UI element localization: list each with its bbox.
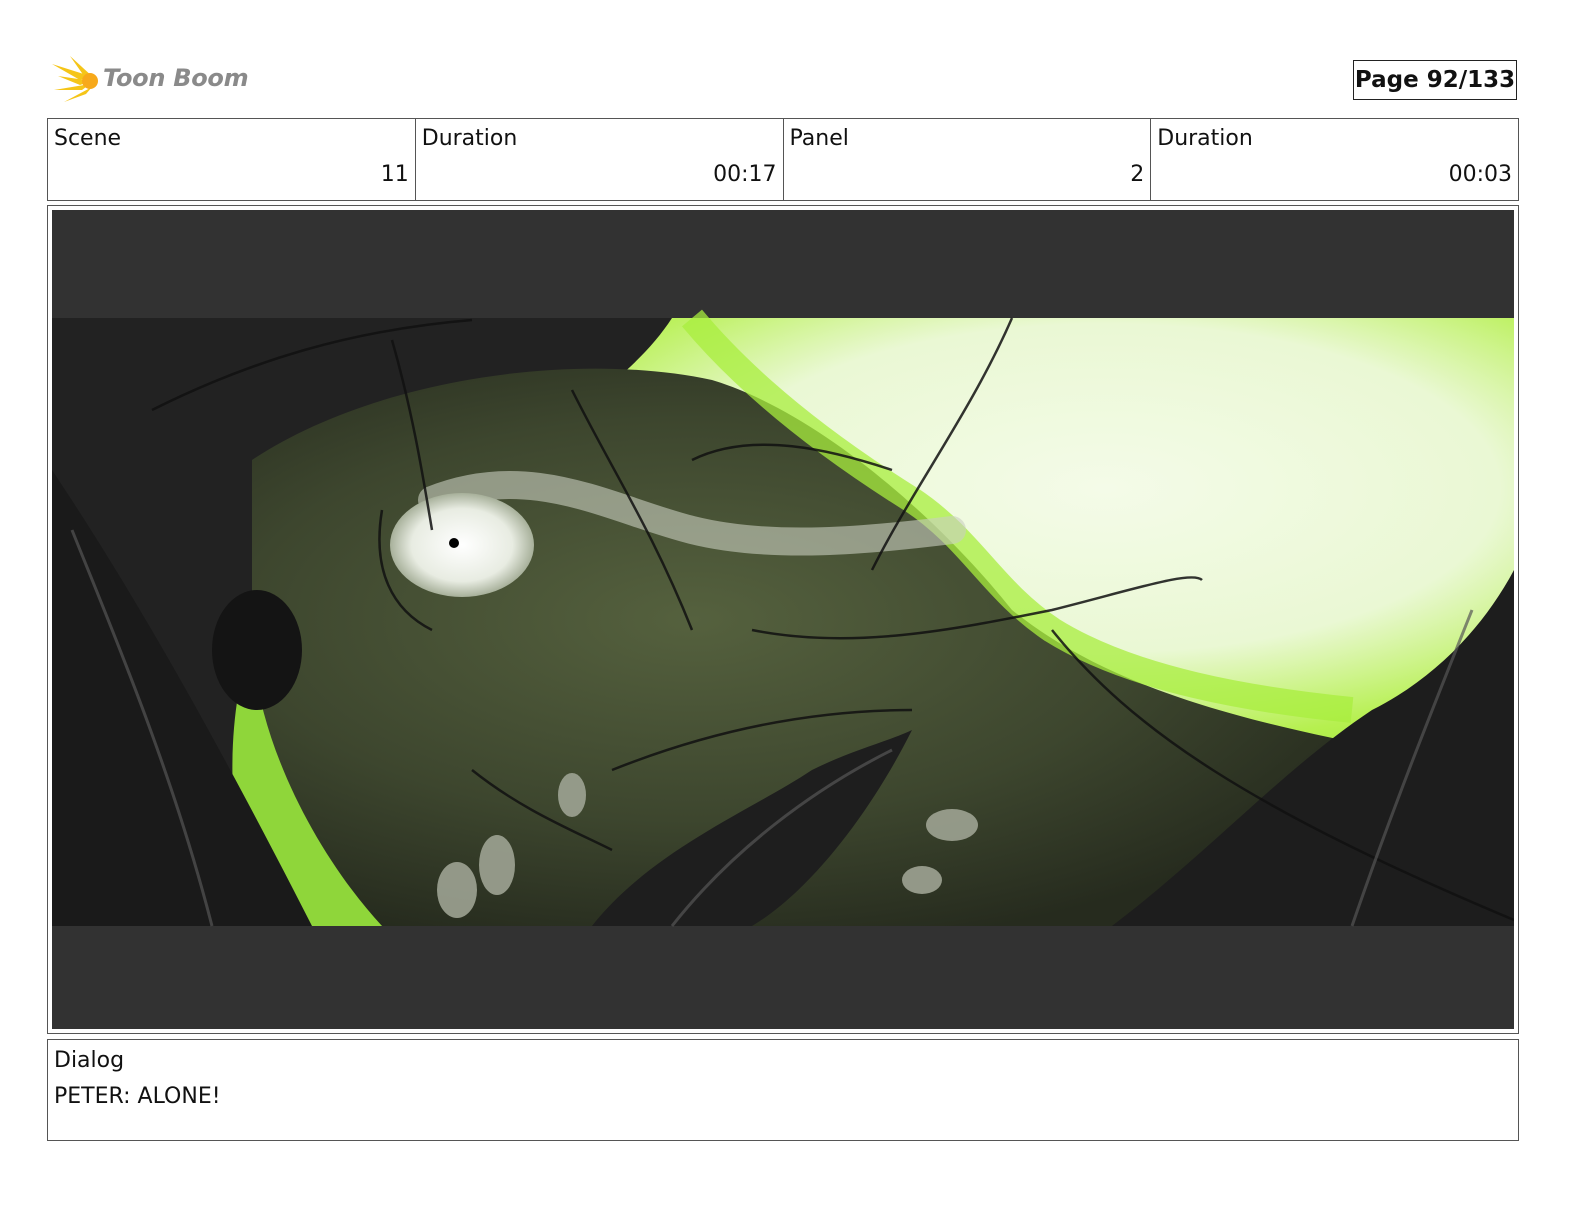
- scene-duration-cell: Duration 00:17: [416, 119, 784, 200]
- dialog-text: PETER: ALONE!: [54, 1084, 221, 1109]
- scene-duration-label: Duration: [421, 126, 518, 151]
- page-label: Page: [1354, 67, 1419, 93]
- scene-cell: Scene 11: [48, 119, 416, 200]
- scene-duration-value: 00:17: [713, 162, 777, 187]
- panel-duration-value: 00:03: [1448, 162, 1512, 187]
- scene-label: Scene: [54, 126, 122, 151]
- dialog-box: Dialog PETER: ALONE!: [47, 1039, 1519, 1141]
- storyboard-panel-image: [52, 210, 1514, 1029]
- scene-value: 11: [380, 162, 409, 187]
- panel-label: Panel: [789, 126, 849, 151]
- logo-text: Toon Boom: [103, 64, 249, 92]
- dialog-label: Dialog: [54, 1048, 125, 1073]
- panel-duration-label: Duration: [1157, 126, 1253, 151]
- panel-value: 2: [1130, 162, 1145, 187]
- panel-duration-cell: Duration 00:03: [1151, 119, 1518, 200]
- scene-info-row: Scene 11 Duration 00:17 Panel 2 Duration…: [47, 118, 1519, 201]
- panel-illustration: [52, 210, 1514, 1029]
- page-number: 92/133: [1426, 67, 1516, 93]
- page-indicator: Page 92/133: [1353, 60, 1517, 100]
- panel-cell: Panel 2: [784, 119, 1152, 200]
